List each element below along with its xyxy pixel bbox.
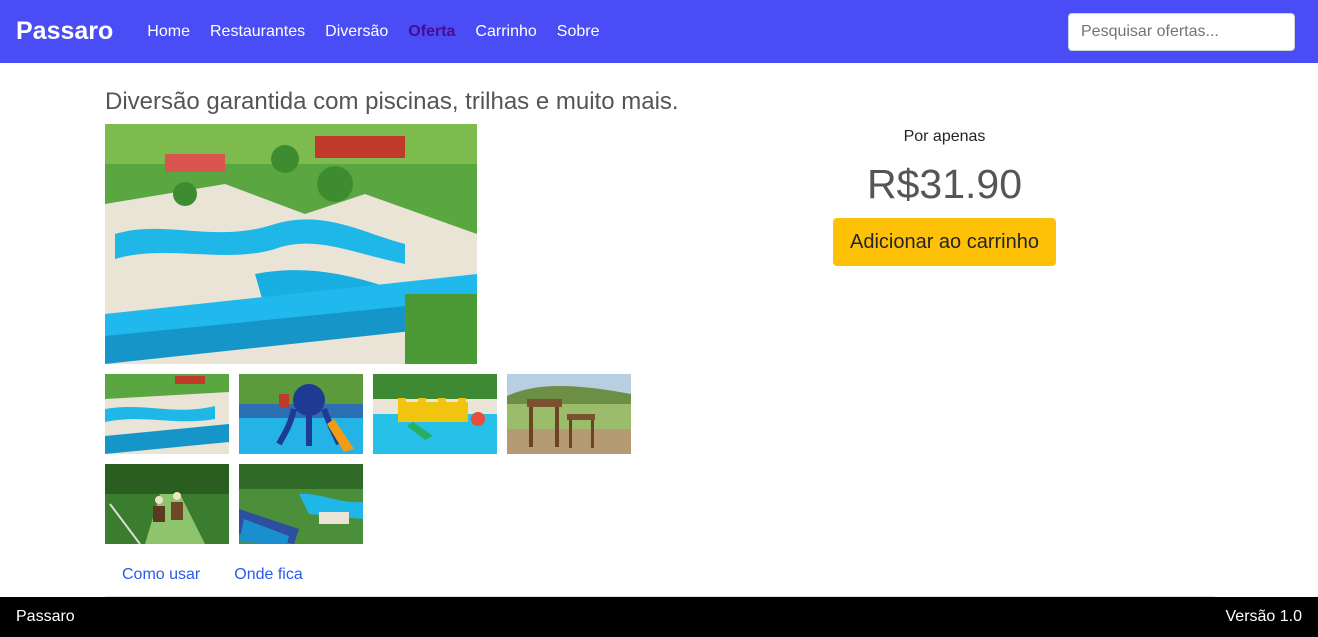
thumbnail-horseback-trail[interactable] <box>105 464 229 544</box>
top-navbar: Passaro Home Restaurantes Diversão Ofert… <box>0 0 1318 63</box>
page-footer: Passaro Versão 1.0 <box>0 597 1318 637</box>
nav-link-oferta[interactable]: Oferta <box>398 20 465 44</box>
thumbnail-water-park-aerial[interactable] <box>105 374 229 454</box>
footer-version: Versão 1.0 <box>1225 608 1303 625</box>
thumbnail-inflatable-castle[interactable] <box>373 374 497 454</box>
tab-como-usar[interactable]: Como usar <box>105 558 217 596</box>
search-input[interactable] <box>1068 13 1295 51</box>
price-label: Por apenas <box>903 128 986 145</box>
offer-main-image <box>105 124 477 364</box>
nav-link-diversao[interactable]: Diversão <box>315 20 398 44</box>
thumbnail-octopus-slide[interactable] <box>239 374 363 454</box>
nav-link-sobre[interactable]: Sobre <box>547 20 610 44</box>
nav-links: Home Restaurantes Diversão Oferta Carrin… <box>137 20 609 44</box>
nav-link-carrinho[interactable]: Carrinho <box>465 20 546 44</box>
thumbnail-water-slide-park[interactable] <box>239 464 363 544</box>
offer-price: R$31.90 <box>866 161 1022 207</box>
footer-brand: Passaro <box>16 608 75 625</box>
nav-link-home[interactable]: Home <box>137 20 200 44</box>
offer-headline: Diversão garantida com piscinas, trilhas… <box>105 88 679 115</box>
nav-link-restaurantes[interactable]: Restaurantes <box>200 20 315 44</box>
tab-onde-fica[interactable]: Onde fica <box>217 558 319 596</box>
add-to-cart-button[interactable]: Adicionar ao carrinho <box>833 218 1056 266</box>
brand-logo[interactable]: Passaro <box>16 17 113 46</box>
thumbnail-wooden-playground[interactable] <box>507 374 631 454</box>
offer-tabs: Como usar Onde fica <box>105 558 1215 597</box>
price-panel: Por apenas R$31.90 Adicionar ao carrinho <box>833 124 1056 266</box>
